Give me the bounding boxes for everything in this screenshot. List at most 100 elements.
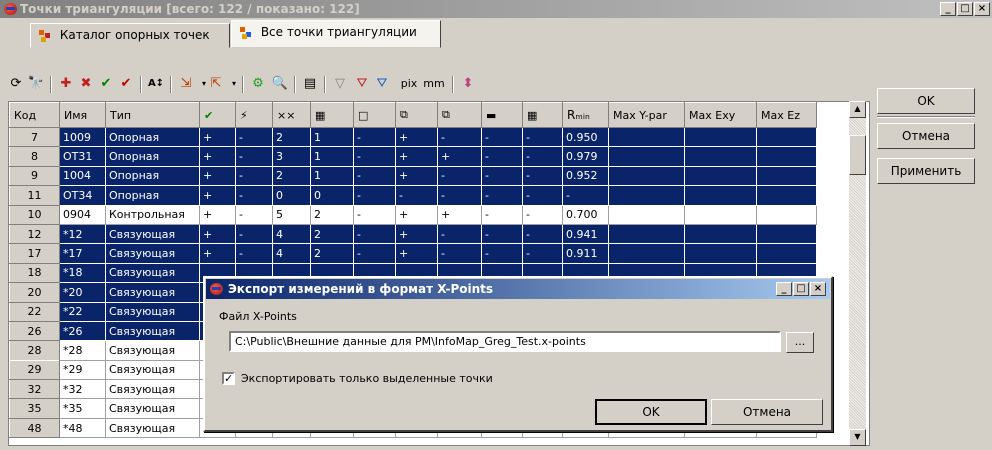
- table-cell[interactable]: -: [481, 126, 523, 148]
- table-cell[interactable]: 1004: [59, 165, 106, 187]
- table-row[interactable]: 9 1004 Опорная + -2 1- + - - -0.952: [9, 165, 817, 187]
- table-cell[interactable]: -: [522, 146, 563, 167]
- row-code-cell[interactable]: 18: [9, 262, 60, 284]
- table-cell[interactable]: *32: [59, 379, 106, 400]
- table-cell[interactable]: Связующая: [105, 282, 200, 303]
- table-cell[interactable]: +: [395, 126, 438, 148]
- table-cell[interactable]: Связующая: [105, 243, 200, 264]
- column-header[interactable]: ⚡: [235, 102, 273, 128]
- table-cell[interactable]: [608, 146, 685, 167]
- minimize-button[interactable]: _: [940, 2, 956, 16]
- dialog-minimize-button[interactable]: _: [776, 282, 792, 296]
- table-cell[interactable]: Связующая: [105, 223, 200, 245]
- check-icon[interactable]: ✔: [96, 74, 116, 94]
- table-cell[interactable]: Опорная: [105, 126, 200, 148]
- table-cell[interactable]: Связующая: [105, 379, 200, 400]
- table-cell[interactable]: 1009: [59, 126, 106, 148]
- table-cell[interactable]: *18: [59, 262, 106, 284]
- table-cell[interactable]: 5: [272, 204, 311, 225]
- table-cell[interactable]: +: [395, 204, 438, 225]
- table-cell[interactable]: 0.979: [562, 146, 609, 167]
- table-cell[interactable]: Связующая: [105, 301, 200, 322]
- table-cell[interactable]: -: [562, 185, 609, 206]
- table-cell[interactable]: -: [395, 185, 438, 206]
- table-cell[interactable]: -: [437, 185, 482, 206]
- maximize-button[interactable]: □: [957, 2, 973, 16]
- table-cell[interactable]: *26: [59, 320, 106, 342]
- row-code-cell[interactable]: 20: [9, 282, 60, 303]
- table-row[interactable]: 7 1009 Опорная + -2 1- + - - -0.950: [9, 126, 817, 148]
- table-cell[interactable]: +: [395, 165, 438, 187]
- table-cell[interactable]: 2: [310, 204, 354, 225]
- import-icon[interactable]: ⇲: [176, 74, 196, 94]
- table-cell[interactable]: -: [353, 185, 396, 206]
- table-cell[interactable]: -: [522, 204, 563, 225]
- table-cell[interactable]: -: [522, 126, 563, 148]
- row-code-cell[interactable]: 35: [9, 398, 60, 419]
- table-cell[interactable]: +: [395, 223, 438, 245]
- settings-icon[interactable]: ⚙: [248, 74, 268, 94]
- table-cell[interactable]: [608, 185, 685, 206]
- table-row[interactable]: 11 OT34 Опорная + -0 0- - - - - -: [9, 185, 817, 206]
- table-cell[interactable]: [756, 165, 817, 187]
- refresh-icon[interactable]: ⟳: [6, 74, 26, 94]
- table-cell[interactable]: +: [437, 146, 482, 167]
- table-cell[interactable]: [684, 185, 757, 206]
- table-cell[interactable]: [684, 223, 757, 245]
- row-code-cell[interactable]: 8: [9, 146, 60, 167]
- table-cell[interactable]: -: [522, 223, 563, 245]
- dialog-ok-button[interactable]: OK: [595, 399, 707, 425]
- table-cell[interactable]: +: [199, 146, 236, 167]
- table-row[interactable]: 8 OT31 Опорная + -3 1- + + - -0.979: [9, 146, 817, 167]
- row-code-cell[interactable]: 48: [9, 417, 60, 439]
- table-cell[interactable]: 2: [272, 165, 311, 187]
- table-cell[interactable]: +: [199, 185, 236, 206]
- mm-unit-button[interactable]: mm: [422, 74, 446, 94]
- table-cell[interactable]: 1: [310, 146, 354, 167]
- table-cell[interactable]: [756, 243, 817, 264]
- row-code-cell[interactable]: 29: [9, 359, 60, 381]
- row-code-cell[interactable]: 22: [9, 301, 60, 322]
- table-row[interactable]: 17 *17 Связующая + -4 2- + - - -0.911: [9, 243, 817, 264]
- table-cell[interactable]: Связующая: [105, 398, 200, 419]
- table-cell[interactable]: -: [522, 185, 563, 206]
- table-cell[interactable]: +: [199, 223, 236, 245]
- column-header[interactable]: ▬: [481, 102, 523, 128]
- table-cell[interactable]: [684, 126, 757, 148]
- table-cell[interactable]: Контрольная: [105, 204, 200, 225]
- table-cell[interactable]: -: [235, 185, 273, 206]
- column-header[interactable]: Тип: [105, 102, 200, 128]
- table-cell[interactable]: +: [199, 165, 236, 187]
- export-selected-checkbox[interactable]: ✓: [222, 372, 235, 385]
- table-cell[interactable]: Связующая: [105, 340, 200, 361]
- dialog-close-button[interactable]: ×: [810, 282, 826, 296]
- delete-icon[interactable]: ✖: [76, 74, 96, 94]
- table-cell[interactable]: -: [353, 146, 396, 167]
- row-code-cell[interactable]: 12: [9, 223, 60, 245]
- table-cell[interactable]: -: [353, 165, 396, 187]
- window-titlebar[interactable]: Точки триангуляции [всего: 122 / показан…: [0, 0, 992, 18]
- file-path-input[interactable]: C:\Public\Внешние данные для PM\InfoMap_…: [229, 331, 781, 352]
- table-cell[interactable]: -: [481, 204, 523, 225]
- table-cell[interactable]: -: [235, 243, 273, 264]
- filter-remove-icon[interactable]: ⛛: [372, 74, 392, 94]
- table-cell[interactable]: *29: [59, 359, 106, 381]
- row-code-cell[interactable]: 10: [9, 204, 60, 225]
- dialog-cancel-button[interactable]: Отмена: [711, 399, 823, 425]
- scroll-down-icon[interactable]: ▼: [849, 429, 866, 446]
- zoom-icon[interactable]: 🔍: [270, 74, 290, 94]
- table-cell[interactable]: 0904: [59, 204, 106, 225]
- table-row[interactable]: 10 0904 Контрольная + -5 2- + + - -0.700: [9, 204, 817, 225]
- table-cell[interactable]: -: [481, 223, 523, 245]
- table-cell[interactable]: *28: [59, 340, 106, 361]
- row-code-cell[interactable]: 11: [9, 185, 60, 206]
- dialog-titlebar[interactable]: Экспорт измерений в формат X-Points _ □ …: [206, 279, 830, 299]
- table-cell[interactable]: [684, 146, 757, 167]
- table-cell[interactable]: [756, 146, 817, 167]
- table-cell[interactable]: +: [199, 243, 236, 264]
- table-cell[interactable]: [756, 185, 817, 206]
- table-cell[interactable]: -: [481, 243, 523, 264]
- row-code-cell[interactable]: 26: [9, 320, 60, 342]
- table-cell[interactable]: -: [235, 146, 273, 167]
- table-cell[interactable]: [684, 243, 757, 264]
